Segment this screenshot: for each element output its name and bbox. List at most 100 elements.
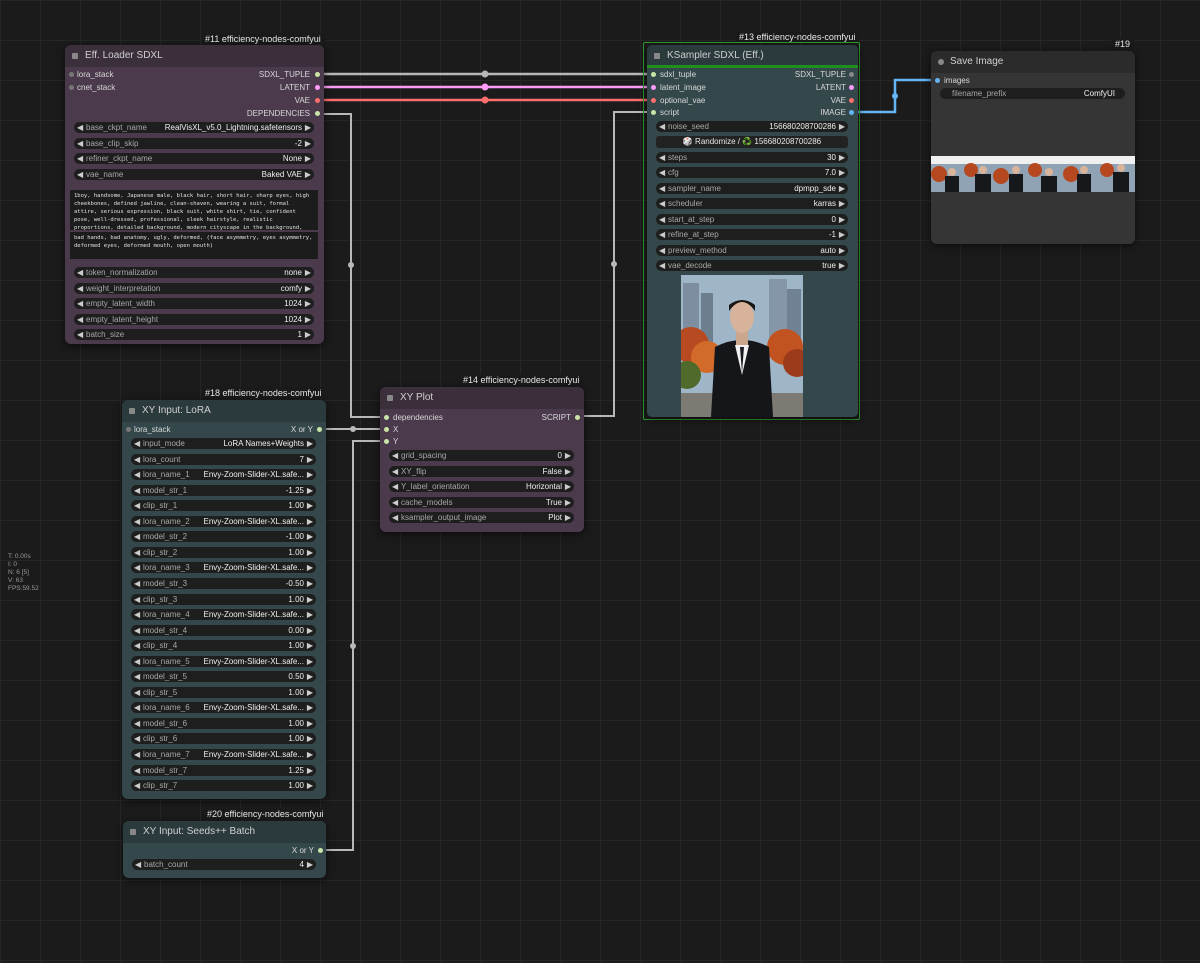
output-pin-icon[interactable] [318,848,323,853]
input-pin-icon[interactable] [651,110,656,115]
arrow-right-icon[interactable]: ▶ [307,702,313,713]
arrow-left-icon[interactable]: ◀ [134,578,140,589]
arrow-right-icon[interactable]: ▶ [307,859,313,870]
number-refine-at-step[interactable]: ◀ refine_at_step -1 ▶ [656,229,848,240]
arrow-left-icon[interactable]: ◀ [77,138,83,149]
arrow-left-icon[interactable]: ◀ [392,512,398,523]
collapse-icon[interactable] [654,53,660,59]
arrow-right-icon[interactable]: ▶ [565,497,571,508]
arrow-left-icon[interactable]: ◀ [134,454,140,465]
arrow-right-icon[interactable]: ▶ [565,481,571,492]
arrow-left-icon[interactable]: ◀ [134,780,140,791]
arrow-left-icon[interactable]: ◀ [659,198,665,209]
arrow-right-icon[interactable]: ▶ [307,454,313,465]
number-batch-size[interactable]: ◀ batch_size 1 ▶ [74,329,314,340]
arrow-left-icon[interactable]: ◀ [134,702,140,713]
arrow-left-icon[interactable]: ◀ [134,749,140,760]
widget-input-mode[interactable]: ◀ input_mode LoRA Names+Weights ▶ [131,438,316,449]
node-title-bar[interactable]: KSampler SDXL (Eff.) [647,45,858,67]
ksampler-sdxl-node[interactable]: KSampler SDXL (Eff.) sdxl_tuple latent_i… [647,45,858,417]
arrow-left-icon[interactable]: ◀ [134,594,140,605]
number-base-clip-skip[interactable]: ◀ base_clip_skip -2 ▶ [74,138,314,149]
arrow-right-icon[interactable]: ▶ [305,283,311,294]
arrow-left-icon[interactable]: ◀ [134,438,140,449]
arrow-right-icon[interactable]: ▶ [839,121,845,132]
arrow-right-icon[interactable]: ▶ [307,765,313,776]
arrow-right-icon[interactable]: ▶ [307,516,313,527]
output-pin-icon[interactable] [849,110,854,115]
input-pin-icon[interactable] [651,72,656,77]
arrow-right-icon[interactable]: ▶ [305,169,311,180]
arrow-left-icon[interactable]: ◀ [659,121,665,132]
input-pin-icon[interactable] [384,439,389,444]
arrow-right-icon[interactable]: ▶ [565,450,571,461]
arrow-right-icon[interactable]: ▶ [307,562,313,573]
widget-clip-str-3[interactable]: ◀ clip_str_3 1.00 ▶ [131,593,316,605]
input-pin-icon[interactable] [935,78,940,83]
combo-refiner-ckpt-name[interactable]: ◀ refiner_ckpt_name None ▶ [74,153,314,164]
arrow-right-icon[interactable]: ▶ [307,780,313,791]
widget-model-str-5[interactable]: ◀ model_str_5 0.50 ▶ [131,671,316,683]
widget-model-str-3[interactable]: ◀ model_str_3 -0.50 ▶ [131,577,316,589]
widget-lora-name-7[interactable]: ◀ lora_name_7 Envy-Zoom-Slider-XL.safe... ▶ [131,749,316,760]
arrow-left-icon[interactable]: ◀ [134,485,140,496]
arrow-right-icon[interactable]: ▶ [839,260,845,271]
widget-lora-name-5[interactable]: ◀ lora_name_5 Envy-Zoom-Slider-XL.safe... ▶ [131,655,316,667]
widget-clip-str-6[interactable]: ◀ clip_str_6 1.00 ▶ [131,733,316,745]
arrow-left-icon[interactable]: ◀ [134,765,140,776]
arrow-right-icon[interactable]: ▶ [307,547,313,558]
widget-model-str-1[interactable]: ◀ model_str_1 -1.25 ▶ [131,484,316,496]
number-noise-seed[interactable]: ◀ noise_seed 156680208700286 ▶ [656,121,848,132]
collapse-icon[interactable] [130,829,136,835]
arrow-left-icon[interactable]: ◀ [135,859,141,870]
arrow-right-icon[interactable]: ▶ [839,214,845,225]
combo-vae-decode[interactable]: ◀ vae_decode true ▶ [656,260,848,271]
text-filename-prefix[interactable]: filename_prefix ComfyUI [940,88,1125,99]
input-pin-icon[interactable] [651,98,656,103]
arrow-left-icon[interactable]: ◀ [134,531,140,542]
number-empty-latent-width[interactable]: ◀ empty_latent_width 1024 ▶ [74,298,314,309]
arrow-right-icon[interactable]: ▶ [307,656,313,667]
widget-model-str-6[interactable]: ◀ model_str_6 1.00 ▶ [131,717,316,729]
arrow-left-icon[interactable]: ◀ [77,314,83,325]
arrow-left-icon[interactable]: ◀ [134,733,140,744]
widget-model-str-7[interactable]: ◀ model_str_7 1.25 ▶ [131,764,316,776]
output-pin-icon[interactable] [849,98,854,103]
arrow-left-icon[interactable]: ◀ [659,152,665,163]
collapse-icon[interactable] [129,408,135,414]
arrow-right-icon[interactable]: ▶ [307,578,313,589]
arrow-right-icon[interactable]: ▶ [839,198,845,209]
arrow-left-icon[interactable]: ◀ [77,329,83,340]
arrow-left-icon[interactable]: ◀ [134,671,140,682]
arrow-right-icon[interactable]: ▶ [307,625,313,636]
arrow-right-icon[interactable]: ▶ [307,594,313,605]
arrow-right-icon[interactable]: ▶ [307,531,313,542]
arrow-left-icon[interactable]: ◀ [134,656,140,667]
collapse-icon[interactable] [938,59,944,65]
arrow-left-icon[interactable]: ◀ [659,214,665,225]
eff-loader-sdxl-node[interactable]: Eff. Loader SDXL lora_stack cnet_stack S… [65,45,324,344]
arrow-right-icon[interactable]: ▶ [307,749,313,760]
widget-clip-str-1[interactable]: ◀ clip_str_1 1.00 ▶ [131,500,316,512]
combo-token-normalization[interactable]: ◀ token_normalization none ▶ [74,267,314,278]
arrow-right-icon[interactable]: ▶ [839,152,845,163]
combo-sampler-name[interactable]: ◀ sampler_name dpmpp_sde ▶ [656,183,848,194]
arrow-left-icon[interactable]: ◀ [392,450,398,461]
arrow-right-icon[interactable]: ▶ [307,671,313,682]
combo-vae-name[interactable]: ◀ vae_name Baked VAE ▶ [74,169,314,180]
number-empty-latent-height[interactable]: ◀ empty_latent_height 1024 ▶ [74,314,314,325]
arrow-left-icon[interactable]: ◀ [134,547,140,558]
arrow-left-icon[interactable]: ◀ [659,167,665,178]
arrow-left-icon[interactable]: ◀ [134,687,140,698]
combo-preview-method[interactable]: ◀ preview_method auto ▶ [656,245,848,256]
node-title-bar[interactable]: Eff. Loader SDXL [65,45,324,67]
number-batch-count[interactable]: ◀ batch_count 4 ▶ [132,859,316,870]
node-title-bar[interactable]: XY Input: LoRA [122,400,326,422]
arrow-right-icon[interactable]: ▶ [305,122,311,133]
arrow-left-icon[interactable]: ◀ [77,153,83,164]
collapse-icon[interactable] [387,395,393,401]
output-pin-icon[interactable] [315,98,320,103]
input-pin-icon[interactable] [69,85,74,90]
arrow-left-icon[interactable]: ◀ [77,283,83,294]
arrow-right-icon[interactable]: ▶ [307,640,313,651]
